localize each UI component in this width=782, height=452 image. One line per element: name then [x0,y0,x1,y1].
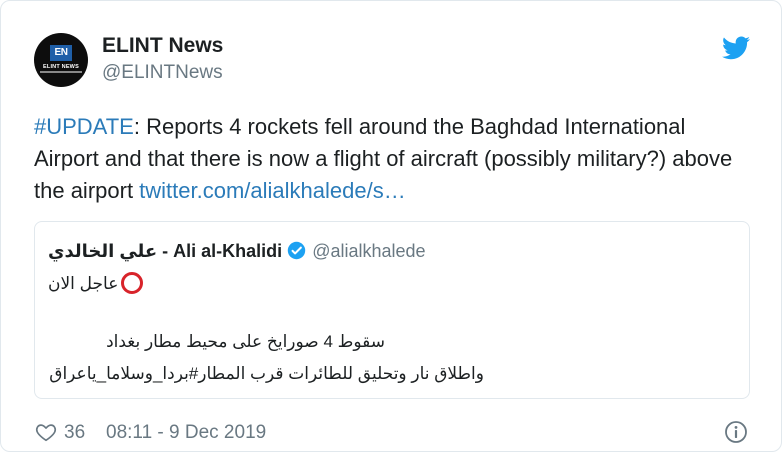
info-icon[interactable] [724,420,748,444]
red-circle-emoji-icon [121,272,144,294]
avatar-logo-rule [40,71,82,73]
tweet-text: #UPDATE: Reports 4 rockets fell around t… [34,111,754,207]
quoted-tweet-line-1: عاجل الان [48,271,144,297]
quoted-author-name[interactable]: علي الخالدي - Ali al-Khalidi [48,241,282,261]
verified-badge-icon [287,241,306,260]
tweet-card: EN ELINT NEWS ELINT News @ELINTNews #UPD… [0,0,782,452]
hashtag-link[interactable]: #UPDATE [34,114,134,139]
like-count[interactable]: 36 [64,422,85,444]
tweet-timestamp[interactable]: 08:11 - 9 Dec 2019 [106,422,266,444]
avatar-logo-text: ELINT NEWS [43,64,79,70]
twitter-bird-icon[interactable] [722,36,750,60]
author-display-name[interactable]: ELINT News [102,34,223,58]
avatar[interactable]: EN ELINT NEWS [34,33,88,87]
avatar-logo-mark: EN [50,45,72,61]
author-handle[interactable]: @ELINTNews [102,62,223,84]
quoted-tweet-header: علي الخالدي - Ali al-Khalidi @alialkhaled… [48,239,426,263]
tweet-url-link[interactable]: twitter.com/alialkhalede/s… [139,178,406,203]
quoted-tweet-line-2: سقوط 4 صورايخ على محيط مطار بغداد [106,332,385,351]
quoted-tweet-line-3: واطلاق نار وتحليق للطائرات قرب المطار#بر… [49,364,484,383]
quoted-author-handle[interactable]: @alialkhalede [312,241,425,261]
quoted-breaking-text: عاجل الان [48,274,119,293]
heart-icon[interactable] [35,421,57,443]
